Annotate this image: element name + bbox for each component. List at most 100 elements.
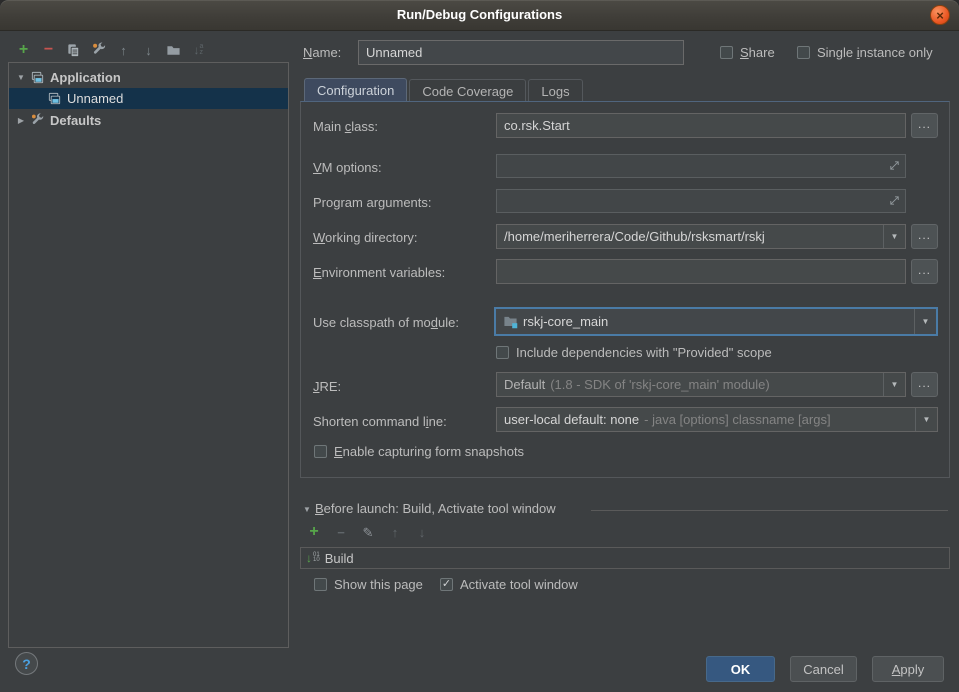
- working-directory-label: Working directory:: [313, 230, 418, 245]
- move-task-up-button[interactable]: ↑: [388, 524, 402, 540]
- program-arguments-input[interactable]: [496, 189, 906, 213]
- add-configuration-button[interactable]: +: [15, 42, 32, 59]
- ellipsis-icon: ...: [918, 263, 931, 277]
- chevron-down-icon: ▼: [891, 232, 899, 241]
- name-label: Name:: [303, 45, 341, 60]
- shorten-hint: - java [options] classname [args]: [644, 412, 830, 427]
- move-up-button[interactable]: ↑: [115, 42, 132, 59]
- jre-browse-button[interactable]: ...: [911, 372, 938, 397]
- defaults-wrench-icon: [29, 113, 46, 128]
- expand-field-button[interactable]: [888, 159, 901, 172]
- share-checkbox-label[interactable]: Share: [740, 45, 775, 60]
- enable-snapshots-checkbox[interactable]: [314, 445, 327, 458]
- main-class-input[interactable]: [496, 113, 906, 138]
- tab-bar: Configuration Code Coverage Logs: [304, 78, 583, 102]
- module-icon: [503, 314, 518, 329]
- use-classpath-value: rskj-core_main: [523, 314, 608, 329]
- titlebar[interactable]: Run/Debug Configurations ×: [0, 0, 959, 31]
- name-input[interactable]: [358, 40, 684, 65]
- checkmark-icon: ✓: [442, 579, 451, 590]
- edit-defaults-button[interactable]: [90, 42, 107, 59]
- dropdown-arrow-button[interactable]: ▼: [914, 309, 936, 334]
- add-task-button[interactable]: +: [307, 524, 321, 540]
- run-debug-configurations-dialog: Run/Debug Configurations × + − ↑ ↓ ↓ az …: [0, 0, 959, 692]
- activate-tool-window-checkbox[interactable]: ✓: [440, 578, 453, 591]
- wrench-icon: [91, 42, 107, 58]
- minus-icon: −: [337, 526, 345, 539]
- close-button[interactable]: ×: [930, 5, 950, 25]
- ellipsis-icon: ...: [918, 117, 931, 131]
- tab-configuration[interactable]: Configuration: [304, 78, 407, 102]
- dropdown-arrow-button[interactable]: ▼: [883, 373, 905, 396]
- window-title: Run/Debug Configurations: [0, 7, 959, 22]
- chevron-down-icon: ▼: [922, 317, 930, 326]
- show-this-page-label[interactable]: Show this page: [334, 577, 423, 592]
- shorten-command-line-combobox[interactable]: user-local default: none- java [options]…: [496, 407, 938, 432]
- plus-icon: +: [19, 42, 28, 58]
- configurations-toolbar: + − ↑ ↓ ↓ az: [15, 41, 207, 59]
- environment-variables-input[interactable]: [496, 259, 906, 284]
- task-label: Build: [325, 551, 354, 566]
- expand-triangle-icon[interactable]: ▶: [15, 116, 27, 125]
- tree-item-defaults[interactable]: ▶ Defaults: [9, 110, 288, 131]
- help-button[interactable]: ?: [15, 652, 38, 675]
- arrow-down-icon: ↓: [145, 44, 152, 57]
- single-instance-checkbox-label[interactable]: Single instance only: [817, 45, 933, 60]
- before-launch-task-build[interactable]: ↓ 0110 Build: [300, 547, 950, 569]
- collapse-triangle-icon[interactable]: ▼: [15, 73, 27, 82]
- jre-hint: (1.8 - SDK of 'rskj-core_main' module): [550, 377, 770, 392]
- show-this-page-checkbox[interactable]: [314, 578, 327, 591]
- pencil-icon: ✎: [363, 526, 374, 539]
- move-task-down-button[interactable]: ↓: [415, 524, 429, 540]
- main-class-label: Main class:: [313, 119, 378, 134]
- copy-icon: [66, 43, 81, 58]
- chevron-down-icon: ▼: [923, 415, 931, 424]
- include-provided-label[interactable]: Include dependencies with "Provided" sco…: [516, 345, 772, 360]
- sort-az-icon: az: [200, 44, 204, 55]
- jre-combobox[interactable]: Default(1.8 - SDK of 'rskj-core_main' mo…: [496, 372, 906, 397]
- vm-options-input[interactable]: [496, 154, 906, 178]
- enable-snapshots-label[interactable]: Enable capturing form snapshots: [334, 444, 524, 459]
- create-folder-button[interactable]: [165, 42, 182, 59]
- close-icon: ×: [936, 9, 944, 22]
- expand-diagonal-icon: [888, 194, 901, 207]
- main-class-browse-button[interactable]: ...: [911, 113, 938, 138]
- remove-task-button[interactable]: −: [334, 524, 348, 540]
- dropdown-arrow-button[interactable]: ▼: [883, 225, 905, 248]
- edit-task-button[interactable]: ✎: [361, 524, 375, 540]
- tree-item-label: Defaults: [50, 113, 101, 128]
- environment-variables-label: Environment variables:: [313, 265, 445, 280]
- move-down-button[interactable]: ↓: [140, 42, 157, 59]
- minus-icon: −: [44, 42, 53, 58]
- single-instance-checkbox[interactable]: [797, 46, 810, 59]
- include-provided-checkbox[interactable]: [496, 346, 509, 359]
- copy-configuration-button[interactable]: [65, 42, 82, 59]
- before-launch-separator: [591, 510, 948, 511]
- before-launch-header[interactable]: Before launch: Build, Activate tool wind…: [315, 501, 556, 516]
- question-icon: ?: [22, 656, 31, 672]
- before-launch-collapse-icon[interactable]: ▼: [303, 505, 311, 514]
- cancel-button[interactable]: Cancel: [790, 656, 857, 682]
- application-icon: [46, 91, 63, 106]
- working-directory-combobox[interactable]: /home/meriherrera/Code/Github/rsksmart/r…: [496, 224, 906, 249]
- remove-configuration-button[interactable]: −: [40, 42, 57, 59]
- ok-button[interactable]: OK: [706, 656, 775, 682]
- jre-label: JRE:: [313, 379, 341, 394]
- expand-diagonal-icon: [888, 159, 901, 172]
- vm-options-label: VM options:: [313, 160, 382, 175]
- tab-logs[interactable]: Logs: [528, 79, 582, 102]
- apply-button[interactable]: Apply: [872, 656, 944, 682]
- arrow-up-icon: ↑: [120, 44, 127, 57]
- sort-configurations-button[interactable]: ↓ az: [190, 42, 207, 59]
- tab-code-coverage[interactable]: Code Coverage: [409, 79, 526, 102]
- activate-tool-window-label[interactable]: Activate tool window: [460, 577, 578, 592]
- dropdown-arrow-button[interactable]: ▼: [915, 408, 937, 431]
- tree-item-application[interactable]: ▼ Application: [9, 67, 288, 88]
- environment-variables-browse-button[interactable]: ...: [911, 259, 938, 284]
- tree-item-label: Application: [50, 70, 121, 85]
- use-classpath-combobox[interactable]: rskj-core_main ▼: [494, 307, 938, 336]
- working-directory-browse-button[interactable]: ...: [911, 224, 938, 249]
- expand-field-button[interactable]: [888, 194, 901, 207]
- share-checkbox[interactable]: [720, 46, 733, 59]
- tree-item-unnamed-selected[interactable]: Unnamed: [9, 88, 288, 109]
